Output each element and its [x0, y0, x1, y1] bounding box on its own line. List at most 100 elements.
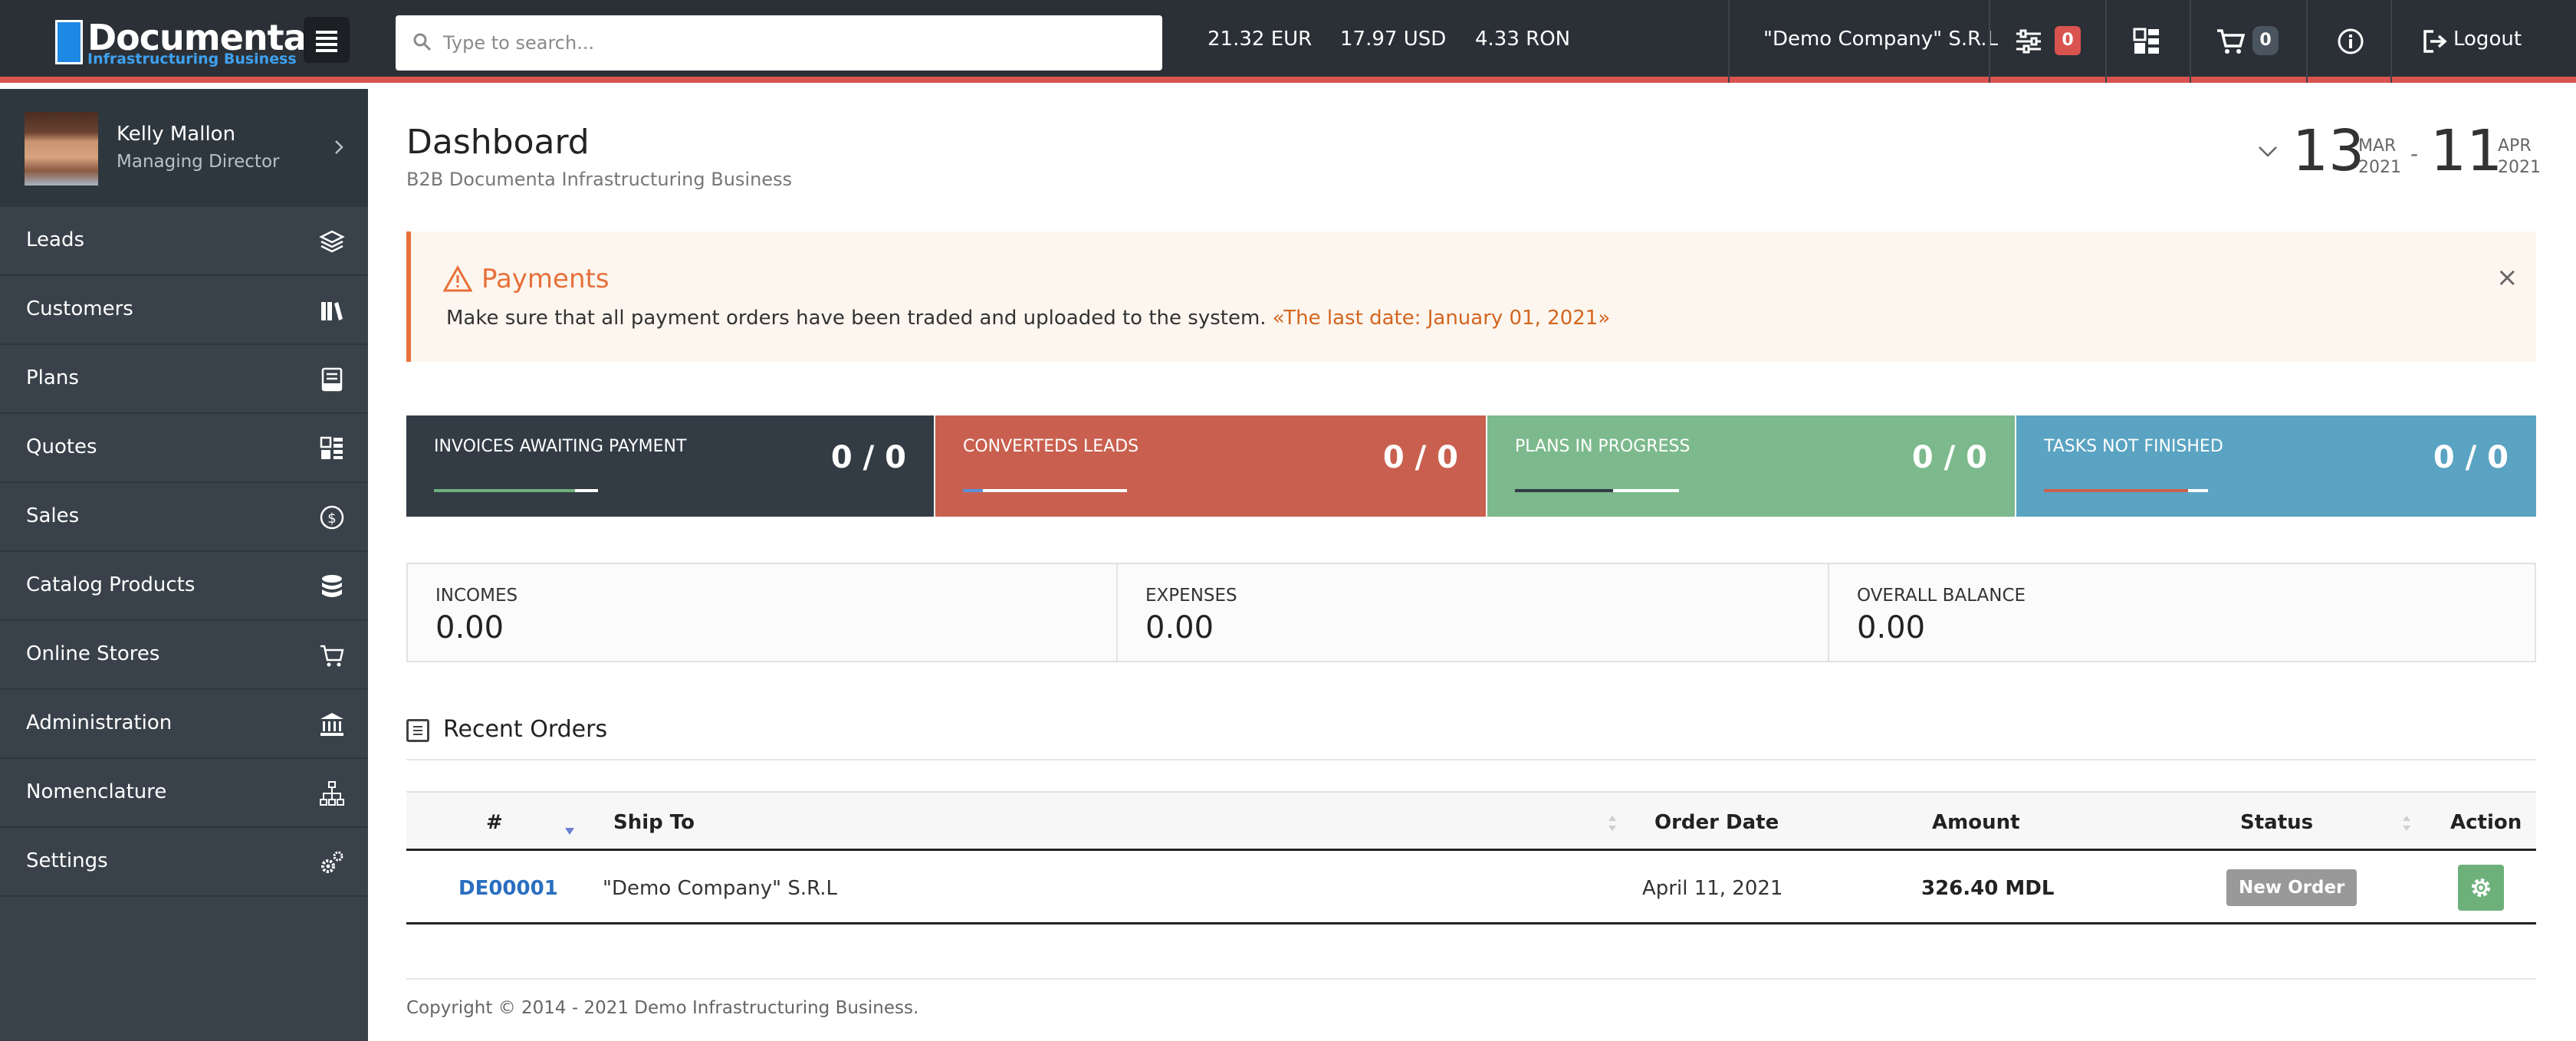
- status-badge: New Order: [2226, 869, 2358, 906]
- order-settings-button[interactable]: [2458, 865, 2504, 911]
- stat-title: CONVERTEDS LEADS: [963, 437, 1139, 456]
- footer-copyright: Copyright © 2014 - 2021 Demo Infrastruct…: [406, 998, 919, 1018]
- gears-icon: [321, 851, 343, 873]
- sort-desc-icon[interactable]: [564, 820, 575, 842]
- column-header-ship-to[interactable]: Ship To: [613, 811, 695, 834]
- sidebar-item-leads[interactable]: Leads: [0, 207, 368, 276]
- user-profile[interactable]: Kelly Mallon Managing Director: [0, 89, 368, 207]
- search-icon: [413, 33, 432, 51]
- tray-icon: [321, 367, 343, 392]
- balance-incomes: INCOMES 0.00: [408, 564, 1116, 661]
- orders-table-header: # Ship To Order Date Amount Status Actio…: [406, 791, 2536, 851]
- stat-tasks-not-finished[interactable]: TASKS NOT FINISHED 0 / 0: [2016, 415, 2536, 517]
- stat-plans-in-progress[interactable]: PLANS IN PROGRESS 0 / 0: [1487, 415, 2015, 517]
- sidebar-item-label: Sales: [26, 504, 80, 527]
- sidebar-item-label: Leads: [26, 228, 85, 251]
- sidebar-item-settings[interactable]: Settings: [0, 828, 368, 897]
- balances-panel: INCOMES 0.00 EXPENSES 0.00 OVERALL BALAN…: [406, 563, 2536, 662]
- top-bar: Documenta Infrastructuring Business 21.3…: [0, 0, 2576, 83]
- table-row: DE00001 "Demo Company" S.R.L April 11, 2…: [406, 851, 2536, 924]
- sidebar-item-label: Quotes: [26, 435, 97, 458]
- grid-list-icon: [320, 436, 343, 459]
- bank-icon: [320, 713, 343, 736]
- app-logo[interactable]: Documenta Infrastructuring Business: [55, 17, 307, 67]
- balance-value: 0.00: [1857, 610, 1926, 645]
- menu-icon: [316, 31, 337, 34]
- chevron-right-icon: [335, 140, 343, 154]
- balance-overall: OVERALL BALANCE 0.00: [1829, 564, 2535, 661]
- sidebar-item-label: Online Stores: [26, 642, 160, 665]
- sidebar-item-label: Customers: [26, 297, 133, 320]
- order-amount: 326.40 MDL: [1921, 877, 2055, 900]
- search-input[interactable]: [443, 26, 1133, 60]
- logout-icon: [2423, 30, 2447, 53]
- rate-usd: 17.97 USD: [1340, 28, 1447, 51]
- profile-name: Kelly Mallon: [117, 123, 236, 146]
- stat-converteds-leads[interactable]: CONVERTEDS LEADS 0 / 0: [935, 415, 1486, 517]
- column-header-amount[interactable]: Amount: [1932, 811, 2020, 834]
- search-box: [396, 15, 1162, 71]
- sidebar-item-quotes[interactable]: Quotes: [0, 414, 368, 483]
- sidebar-item-administration[interactable]: Administration: [0, 690, 368, 759]
- rate-ron: 4.33 RON: [1475, 28, 1571, 51]
- column-header-number[interactable]: #: [486, 811, 503, 834]
- database-icon: [322, 575, 342, 597]
- stat-value: 0 / 0: [830, 440, 906, 475]
- cart-count-badge: 0: [2252, 26, 2279, 55]
- alert-date-link[interactable]: «The last date: January 01, 2021»: [1273, 307, 1610, 330]
- gear-icon: [2472, 878, 2490, 897]
- filters-icon[interactable]: [2015, 28, 2042, 55]
- cart-icon[interactable]: [2216, 28, 2245, 55]
- column-header-order-date[interactable]: Order Date: [1654, 811, 1779, 834]
- warning-icon: [443, 265, 472, 292]
- stat-progress-bar: [1515, 489, 1679, 492]
- date-separator: -: [2410, 141, 2419, 166]
- filters-count-badge: 0: [2055, 26, 2081, 55]
- sidebar-item-customers[interactable]: Customers: [0, 276, 368, 345]
- logo-mark: [55, 20, 83, 64]
- stat-value: 0 / 0: [1382, 440, 1458, 475]
- balance-expenses: EXPENSES 0.00: [1118, 564, 1828, 661]
- sidebar-item-nomenclature[interactable]: Nomenclature: [0, 759, 368, 828]
- close-icon[interactable]: ×: [2496, 262, 2518, 293]
- rate-eur: 21.32 EUR: [1208, 28, 1313, 51]
- menu-toggle-button[interactable]: [304, 17, 350, 63]
- balance-label: EXPENSES: [1145, 586, 1237, 606]
- balance-value: 0.00: [435, 610, 504, 645]
- company-selector[interactable]: "Demo Company" S.R.L: [1763, 28, 1998, 51]
- stat-value: 0 / 0: [2433, 440, 2509, 475]
- logout-label: Logout: [2453, 28, 2522, 51]
- alert-message: Make sure that all payment orders have b…: [446, 307, 1267, 330]
- sort-icon[interactable]: [2401, 813, 2412, 834]
- sidebar-item-label: Nomenclature: [26, 780, 167, 803]
- avatar: [25, 112, 98, 186]
- stat-title: INVOICES AWAITING PAYMENT: [434, 437, 687, 456]
- end-month: APR: [2498, 136, 2532, 156]
- date-range-picker[interactable]: 13 MAR 2021 - 11 APR 2021: [2257, 123, 2541, 192]
- chevron-down-icon: [2259, 146, 2277, 157]
- sidebar-item-catalog-products[interactable]: Catalog Products: [0, 552, 368, 621]
- page-subtitle: B2B Documenta Infrastructuring Business: [406, 169, 793, 190]
- sidebar-item-plans[interactable]: Plans: [0, 345, 368, 414]
- sort-icon[interactable]: [1607, 813, 1618, 834]
- stat-progress-fill: [434, 489, 576, 492]
- sidebar-item-label: Catalog Products: [26, 573, 196, 596]
- dollar-circle-icon: $: [320, 505, 344, 530]
- profile-role: Managing Director: [117, 152, 280, 172]
- order-id-link[interactable]: DE00001: [458, 877, 558, 900]
- sidebar-item-sales[interactable]: Sales $: [0, 483, 368, 552]
- stat-progress-bar: [963, 489, 1127, 492]
- stat-value: 0 / 0: [1911, 440, 1987, 475]
- recent-orders-title: Recent Orders: [443, 716, 608, 743]
- stat-invoices-awaiting-payment[interactable]: INVOICES AWAITING PAYMENT 0 / 0: [406, 415, 934, 517]
- sitemap-icon: [320, 781, 344, 806]
- stat-progress-fill: [1515, 489, 1614, 492]
- stat-progress-bar: [2044, 489, 2208, 492]
- dashboard-layout-icon[interactable]: [2133, 28, 2160, 55]
- info-icon[interactable]: [2337, 28, 2364, 55]
- balance-label: OVERALL BALANCE: [1857, 586, 2026, 606]
- column-header-status[interactable]: Status: [2240, 811, 2313, 834]
- start-year: 2021: [2358, 158, 2401, 177]
- payments-alert: Payments Make sure that all payment orde…: [406, 232, 2536, 362]
- sidebar-item-online-stores[interactable]: Online Stores: [0, 621, 368, 690]
